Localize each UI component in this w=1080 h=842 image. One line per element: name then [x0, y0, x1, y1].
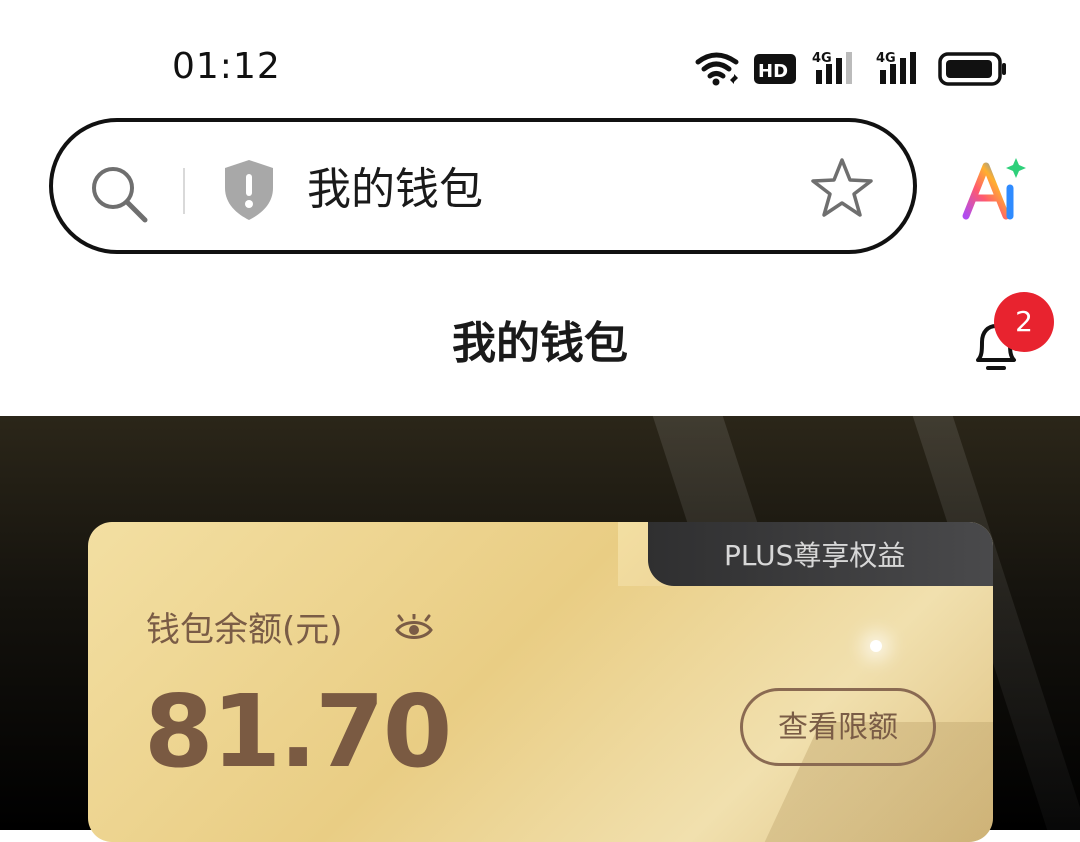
wifi-icon	[695, 52, 739, 86]
signal-4g-icon: 4G	[812, 51, 852, 84]
ai-assistant-icon[interactable]	[960, 156, 1032, 222]
view-limit-button[interactable]: 查看限额	[740, 688, 936, 766]
notification-badge: 2	[994, 292, 1054, 352]
browser-address-bar[interactable]: 我的钱包	[49, 118, 917, 254]
url-text[interactable]: 我的钱包	[307, 162, 483, 218]
wallet-card[interactable]: PLUS尊享权益 钱包余额(元) 81.70 查看限额	[88, 522, 993, 842]
eye-icon[interactable]	[394, 614, 434, 644]
battery-icon	[938, 52, 1006, 86]
star-icon[interactable]	[809, 156, 875, 222]
hd-icon: HD	[754, 54, 796, 84]
balance-value: 81.70	[144, 673, 452, 790]
balance-label: 钱包余额(元)	[146, 610, 343, 650]
status-time: 01:12	[172, 46, 281, 87]
signal-4g-icon: 4G	[876, 51, 916, 84]
status-bar: 01:12 HD 4G 4G	[0, 0, 1080, 110]
svg-text:4G: 4G	[812, 51, 832, 66]
plus-benefits-label[interactable]: PLUS尊享权益	[724, 536, 905, 576]
svg-text:HD: HD	[758, 61, 788, 82]
card-sparkle	[870, 640, 882, 652]
shield-warning-icon[interactable]	[221, 158, 277, 222]
svg-text:4G: 4G	[876, 51, 896, 66]
bar-divider	[183, 168, 185, 214]
search-icon[interactable]	[87, 162, 151, 226]
page-title: 我的钱包	[452, 318, 628, 369]
